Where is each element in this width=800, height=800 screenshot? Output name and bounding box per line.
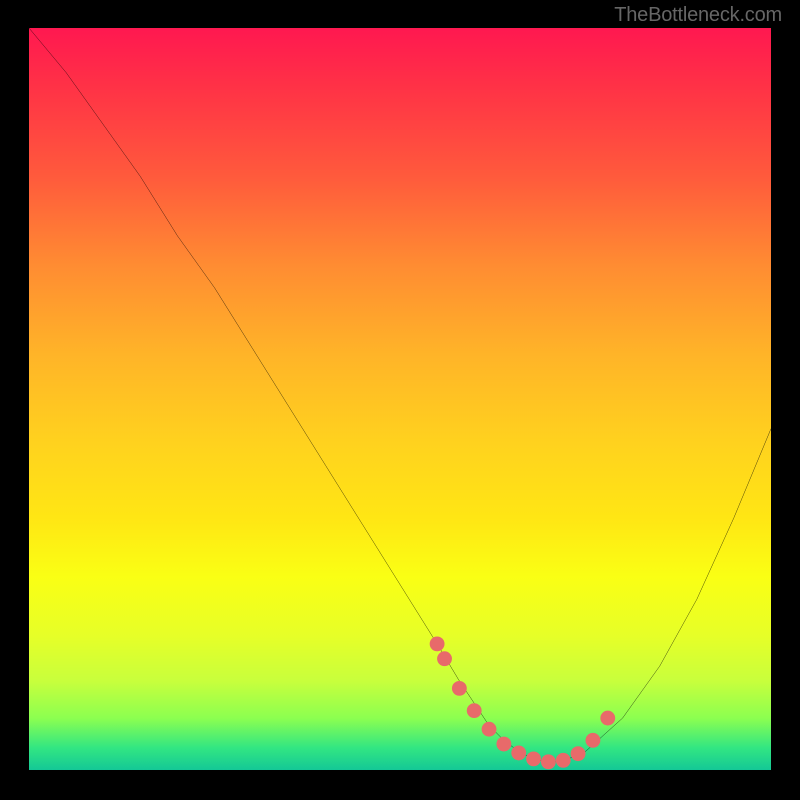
curve-marker xyxy=(496,737,511,752)
curve-layer xyxy=(29,28,771,763)
curve-marker xyxy=(571,746,586,761)
curve-marker xyxy=(452,681,467,696)
curve-marker xyxy=(600,711,615,726)
curve-marker xyxy=(482,722,497,737)
bottleneck-curve-chart xyxy=(29,28,771,770)
curve-marker xyxy=(586,733,601,748)
curve-marker xyxy=(526,751,541,766)
curve-marker xyxy=(430,636,445,651)
curve-marker-layer xyxy=(430,636,616,769)
curve-marker xyxy=(556,753,571,768)
curve-marker xyxy=(541,754,556,769)
watermark-text: TheBottleneck.com xyxy=(614,4,782,27)
curve-marker xyxy=(467,703,482,718)
curve-marker xyxy=(511,746,526,761)
bottleneck-curve xyxy=(29,28,771,763)
curve-marker xyxy=(437,651,452,666)
